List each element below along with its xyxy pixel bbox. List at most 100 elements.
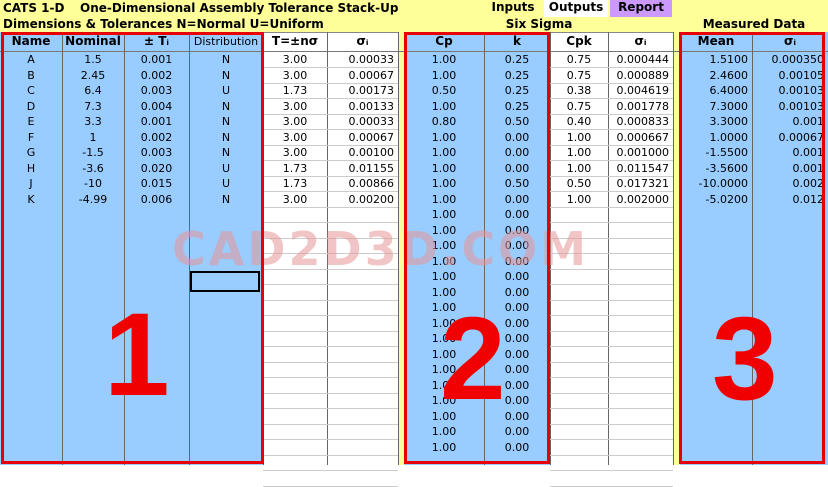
cell-dist[interactable]: N — [189, 52, 263, 67]
cell-s3[interactable]: 0.001 — [752, 161, 828, 176]
cell-mean[interactable]: -5.0200 — [680, 192, 752, 207]
cell-name[interactable]: A — [0, 52, 62, 67]
cell-k[interactable]: 0.00 — [484, 145, 550, 160]
cell-k[interactable]: 0.25 — [484, 83, 550, 98]
cell-tol[interactable]: 0.002 — [124, 68, 189, 83]
cell-cp[interactable]: 1.00 — [404, 68, 484, 83]
cell-tol[interactable]: 0.004 — [124, 99, 189, 114]
cell-T[interactable]: 1.73 — [263, 161, 327, 176]
cell-cpk[interactable]: 0.75 — [550, 68, 608, 83]
cell-tol[interactable]: 0.020 — [124, 161, 189, 176]
cell-name[interactable]: G — [0, 145, 62, 160]
cell-nominal[interactable]: 2.45 — [62, 68, 124, 83]
cell-dist[interactable]: U — [189, 161, 263, 176]
cell-T[interactable]: 3.00 — [263, 99, 327, 114]
cell-s3[interactable]: 0.00105 — [752, 68, 828, 83]
cell-dist[interactable]: U — [189, 83, 263, 98]
tab-inputs[interactable]: Inputs — [484, 0, 542, 17]
cell-s2[interactable]: 0.000444 — [608, 52, 673, 67]
cell-tol[interactable]: 0.001 — [124, 114, 189, 129]
cell-nominal[interactable]: -10 — [62, 176, 124, 191]
cell-cp[interactable]: 1.00 — [404, 176, 484, 191]
cell-cp[interactable]: 1.00 — [404, 130, 484, 145]
cell-sigma[interactable]: 0.01155 — [327, 161, 398, 176]
cell-extra-k[interactable]: 0.00 — [484, 440, 550, 455]
cell-tol[interactable]: 0.003 — [124, 145, 189, 160]
cell-mean[interactable]: 1.5100 — [680, 52, 752, 67]
cell-mean[interactable]: -3.5600 — [680, 161, 752, 176]
cell-s2[interactable]: 0.002000 — [608, 192, 673, 207]
cell-s3[interactable]: 0.00067 — [752, 130, 828, 145]
cell-name[interactable]: K — [0, 192, 62, 207]
cell-sigma[interactable]: 0.00033 — [327, 52, 398, 67]
cell-sigma[interactable]: 0.00067 — [327, 68, 398, 83]
cell-k[interactable]: 0.00 — [484, 161, 550, 176]
cell-T[interactable]: 3.00 — [263, 114, 327, 129]
cell-cp[interactable]: 0.50 — [404, 83, 484, 98]
cell-s3[interactable]: 0.002 — [752, 176, 828, 191]
cell-dist[interactable]: N — [189, 145, 263, 160]
cell-cp[interactable]: 1.00 — [404, 192, 484, 207]
cell-name[interactable]: C — [0, 83, 62, 98]
cell-s2[interactable]: 0.000667 — [608, 130, 673, 145]
cell-cp[interactable]: 1.00 — [404, 161, 484, 176]
cell-sigma[interactable]: 0.00866 — [327, 176, 398, 191]
cell-cpk[interactable]: 0.40 — [550, 114, 608, 129]
cell-k[interactable]: 0.25 — [484, 52, 550, 67]
cell-name[interactable]: H — [0, 161, 62, 176]
cell-extra-cp[interactable]: 1.00 — [404, 424, 484, 439]
cell-nominal[interactable]: 3.3 — [62, 114, 124, 129]
cell-s2[interactable]: 0.011547 — [608, 161, 673, 176]
cell-tol[interactable]: 0.015 — [124, 176, 189, 191]
cell-sigma[interactable]: 0.00067 — [327, 130, 398, 145]
cell-mean[interactable]: -1.5500 — [680, 145, 752, 160]
cell-mean[interactable]: 3.3000 — [680, 114, 752, 129]
cell-cp[interactable]: 1.00 — [404, 145, 484, 160]
cell-T[interactable]: 1.73 — [263, 83, 327, 98]
cell-cpk[interactable]: 0.75 — [550, 99, 608, 114]
cell-s3[interactable]: 0.012 — [752, 192, 828, 207]
cell-name[interactable]: J — [0, 176, 62, 191]
cell-dist[interactable]: N — [189, 130, 263, 145]
tab-outputs[interactable]: Outputs — [544, 0, 608, 17]
cell-mean[interactable]: -10.0000 — [680, 176, 752, 191]
cell-cpk[interactable]: 0.75 — [550, 52, 608, 67]
cell-T[interactable]: 3.00 — [263, 192, 327, 207]
cell-cpk[interactable]: 1.00 — [550, 130, 608, 145]
cell-s3[interactable]: 0.001 — [752, 114, 828, 129]
cell-cpk[interactable]: 1.00 — [550, 192, 608, 207]
cell-name[interactable]: E — [0, 114, 62, 129]
cell-T[interactable]: 3.00 — [263, 68, 327, 83]
cell-dist[interactable]: N — [189, 68, 263, 83]
cell-T[interactable]: 3.00 — [263, 130, 327, 145]
cell-cp[interactable]: 0.80 — [404, 114, 484, 129]
cell-nominal[interactable]: 1.5 — [62, 52, 124, 67]
cell-nominal[interactable]: 7.3 — [62, 99, 124, 114]
cell-s2[interactable]: 0.000833 — [608, 114, 673, 129]
tab-report[interactable]: Report — [610, 0, 672, 17]
cell-nominal[interactable]: 6.4 — [62, 83, 124, 98]
cell-nominal[interactable]: -4.99 — [62, 192, 124, 207]
cell-k[interactable]: 0.00 — [484, 130, 550, 145]
cell-s2[interactable]: 0.017321 — [608, 176, 673, 191]
cell-cp[interactable]: 1.00 — [404, 99, 484, 114]
cell-k[interactable]: 0.00 — [484, 192, 550, 207]
cell-cpk[interactable]: 1.00 — [550, 161, 608, 176]
cell-s3[interactable]: 0.00103 — [752, 83, 828, 98]
cell-k[interactable]: 0.50 — [484, 114, 550, 129]
cell-k[interactable]: 0.50 — [484, 176, 550, 191]
cell-extra-k[interactable]: 0.00 — [484, 207, 550, 222]
cell-T[interactable]: 3.00 — [263, 145, 327, 160]
cell-sigma[interactable]: 0.00200 — [327, 192, 398, 207]
cell-dist[interactable]: U — [189, 176, 263, 191]
cell-cp[interactable]: 1.00 — [404, 52, 484, 67]
cell-T[interactable]: 1.73 — [263, 176, 327, 191]
cell-s2[interactable]: 0.001000 — [608, 145, 673, 160]
cell-nominal[interactable]: -3.6 — [62, 161, 124, 176]
cell-cpk[interactable]: 1.00 — [550, 145, 608, 160]
cell-tol[interactable]: 0.006 — [124, 192, 189, 207]
cell-extra-k[interactable]: 0.00 — [484, 424, 550, 439]
cell-tol[interactable]: 0.001 — [124, 52, 189, 67]
cell-mean[interactable]: 7.3000 — [680, 99, 752, 114]
cell-name[interactable]: B — [0, 68, 62, 83]
